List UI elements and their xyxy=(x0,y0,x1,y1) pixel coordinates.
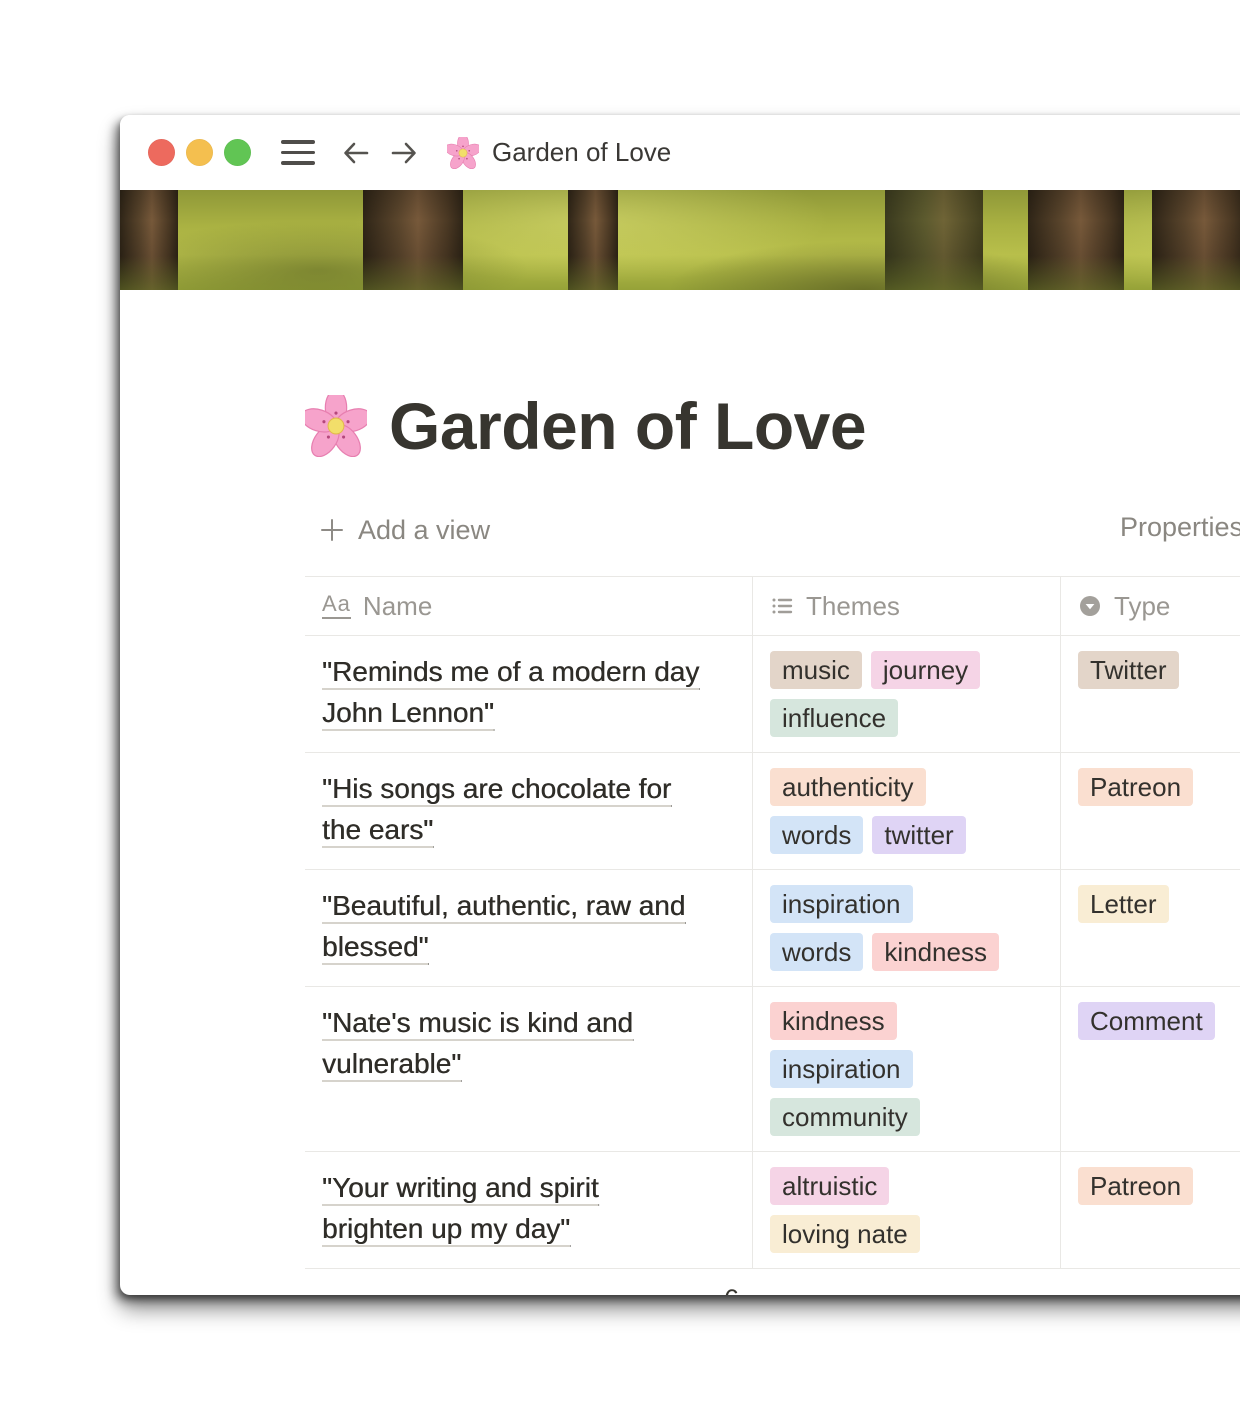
add-view-button[interactable]: Add a view xyxy=(305,515,490,546)
column-label: Name xyxy=(363,591,432,622)
table-row: "Nate's music is kind and vulnerable" ki… xyxy=(305,987,1240,1152)
name-cell: "Your writing and spirit brighten up my … xyxy=(305,1152,753,1268)
add-view-label: Add a view xyxy=(358,515,490,546)
multiselect-list-icon xyxy=(770,594,794,618)
theme-tag[interactable]: authenticity xyxy=(770,768,926,806)
count-label: COUNT xyxy=(642,1295,714,1296)
theme-tag[interactable]: inspiration xyxy=(770,1050,913,1088)
type-tag[interactable]: Patreon xyxy=(1078,1167,1193,1205)
traffic-lights xyxy=(148,139,251,166)
menu-icon[interactable] xyxy=(281,140,315,165)
table-row: "Your writing and spirit brighten up my … xyxy=(305,1152,1240,1269)
table-row: "His songs are chocolate for the ears" a… xyxy=(305,753,1240,870)
table-footer: COUNT 6 xyxy=(305,1269,1240,1295)
close-button[interactable] xyxy=(148,139,175,166)
name-cell: "Beautiful, authentic, raw and blessed" xyxy=(305,870,753,986)
row-title-link[interactable]: "His songs are chocolate for the ears" xyxy=(322,768,704,850)
type-tag[interactable]: Twitter xyxy=(1078,651,1179,689)
name-cell: "Nate's music is kind and vulnerable" xyxy=(305,987,753,1151)
flower-emoji-icon xyxy=(447,137,479,169)
column-label: Themes xyxy=(806,591,900,622)
theme-tag[interactable]: influence xyxy=(770,699,898,737)
count-value: 6 xyxy=(724,1284,739,1296)
themes-cell: authenticity words twitter xyxy=(753,753,1061,869)
row-title-link[interactable]: "Reminds me of a modern day John Lennon" xyxy=(322,651,704,733)
count-aggregation[interactable]: COUNT 6 xyxy=(305,1284,753,1296)
column-header-type[interactable]: Type xyxy=(1061,577,1240,635)
table-row: "Beautiful, authentic, raw and blessed" … xyxy=(305,870,1240,987)
theme-tag[interactable]: kindness xyxy=(770,1002,897,1040)
column-header-name[interactable]: Aa Name xyxy=(305,577,753,635)
table-header: Aa Name Themes Type xyxy=(305,577,1240,636)
theme-tag[interactable]: words xyxy=(770,933,863,971)
page-title-row: Garden of Love xyxy=(305,378,1240,474)
back-arrow-icon[interactable] xyxy=(339,136,373,170)
type-tag[interactable]: Letter xyxy=(1078,885,1169,923)
cover-image[interactable] xyxy=(120,190,1240,290)
minimize-button[interactable] xyxy=(186,139,213,166)
row-title-link[interactable]: "Nate's music is kind and vulnerable" xyxy=(322,1002,704,1084)
theme-tag[interactable]: words xyxy=(770,816,863,854)
type-cell: Patreon xyxy=(1061,753,1240,869)
column-label: Type xyxy=(1114,591,1170,622)
type-cell: Patreon xyxy=(1061,1152,1240,1268)
select-property-icon xyxy=(1078,594,1102,618)
type-cell: Twitter xyxy=(1061,636,1240,752)
themes-cell: inspiration words kindness xyxy=(753,870,1061,986)
theme-tag[interactable]: twitter xyxy=(872,816,965,854)
row-title-link[interactable]: "Your writing and spirit brighten up my … xyxy=(322,1167,704,1249)
name-cell: "His songs are chocolate for the ears" xyxy=(305,753,753,869)
type-cell: Comment xyxy=(1061,987,1240,1151)
themes-cell: altruistic loving nate xyxy=(753,1152,1061,1268)
properties-button[interactable]: Properties xyxy=(1120,512,1240,543)
window-title: Garden of Love xyxy=(492,137,671,168)
page-flower-emoji-icon[interactable] xyxy=(305,395,367,457)
theme-tag[interactable]: kindness xyxy=(872,933,999,971)
theme-tag[interactable]: altruistic xyxy=(770,1167,889,1205)
type-tag[interactable]: Patreon xyxy=(1078,768,1193,806)
titlebar: Garden of Love xyxy=(120,115,1240,190)
theme-tag[interactable]: journey xyxy=(871,651,980,689)
plus-icon xyxy=(319,517,345,543)
theme-tag[interactable]: inspiration xyxy=(770,885,913,923)
view-toolbar: Add a view Properties xyxy=(305,502,1240,558)
theme-tag[interactable]: music xyxy=(770,651,862,689)
name-cell: "Reminds me of a modern day John Lennon" xyxy=(305,636,753,752)
theme-tag[interactable]: community xyxy=(770,1098,920,1136)
zoom-button[interactable] xyxy=(224,139,251,166)
type-tag[interactable]: Comment xyxy=(1078,1002,1215,1040)
page-title[interactable]: Garden of Love xyxy=(389,388,866,464)
title-property-icon: Aa xyxy=(322,593,351,619)
page-body: Garden of Love Add a view Properties Aa … xyxy=(120,378,1240,1295)
type-cell: Letter xyxy=(1061,870,1240,986)
column-header-themes[interactable]: Themes xyxy=(753,577,1061,635)
themes-cell: music journey influence xyxy=(753,636,1061,752)
row-title-link[interactable]: "Beautiful, authentic, raw and blessed" xyxy=(322,885,704,967)
themes-cell: kindness inspiration community xyxy=(753,987,1061,1151)
theme-tag[interactable]: loving nate xyxy=(770,1215,920,1253)
table-row: "Reminds me of a modern day John Lennon"… xyxy=(305,636,1240,753)
forward-arrow-icon[interactable] xyxy=(387,136,421,170)
app-window: Garden of Love Garden of Love Add a view… xyxy=(120,115,1240,1295)
database-table: Aa Name Themes Type xyxy=(305,576,1240,1295)
